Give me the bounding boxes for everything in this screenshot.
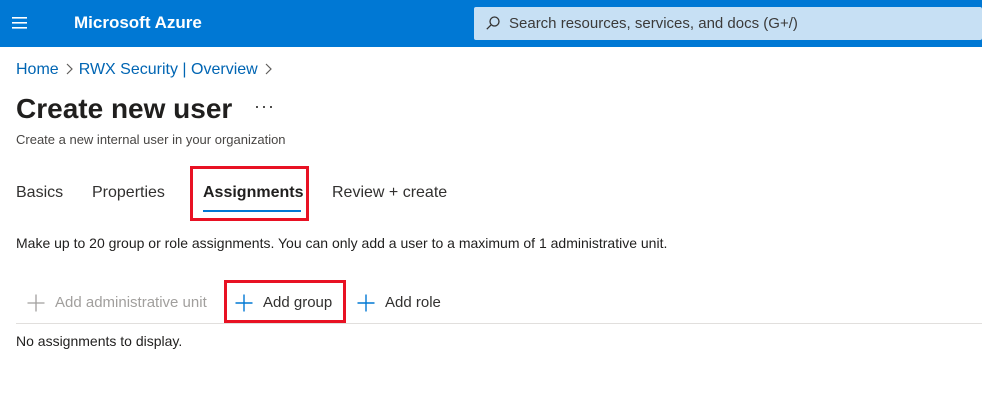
chevron-right-icon <box>258 61 278 79</box>
highlight-box-add-group <box>224 280 346 323</box>
page-subtitle: Create a new internal user in your organ… <box>16 132 286 147</box>
breadcrumb-rwx-security-overview[interactable]: RWX Security | Overview <box>79 61 258 78</box>
divider <box>16 323 982 324</box>
chevron-right-icon <box>59 61 79 79</box>
add-role-label: Add role <box>385 294 441 311</box>
more-options-icon[interactable]: ··· <box>254 96 275 117</box>
portal-brand[interactable]: Microsoft Azure <box>74 13 202 33</box>
top-bar: Microsoft Azure <box>0 0 982 47</box>
breadcrumb-home[interactable]: Home <box>16 61 59 78</box>
tab-basics[interactable]: Basics <box>16 184 63 202</box>
highlight-box-assignments <box>190 166 309 221</box>
plus-icon <box>357 294 375 312</box>
tab-properties[interactable]: Properties <box>92 184 165 202</box>
plus-icon <box>27 294 45 312</box>
breadcrumb: Home RWX Security | Overview <box>16 61 278 79</box>
page-title: Create new user <box>16 93 233 124</box>
add-administrative-unit-label: Add administrative unit <box>55 294 207 311</box>
search-icon <box>485 15 501 31</box>
tab-review-create[interactable]: Review + create <box>332 184 447 202</box>
assignment-limit-info: Make up to 20 group or role assignments.… <box>16 235 668 251</box>
search-input[interactable] <box>508 7 969 40</box>
global-search[interactable] <box>474 7 982 40</box>
empty-state-message: No assignments to display. <box>16 333 183 349</box>
menu-icon[interactable] <box>10 14 30 32</box>
